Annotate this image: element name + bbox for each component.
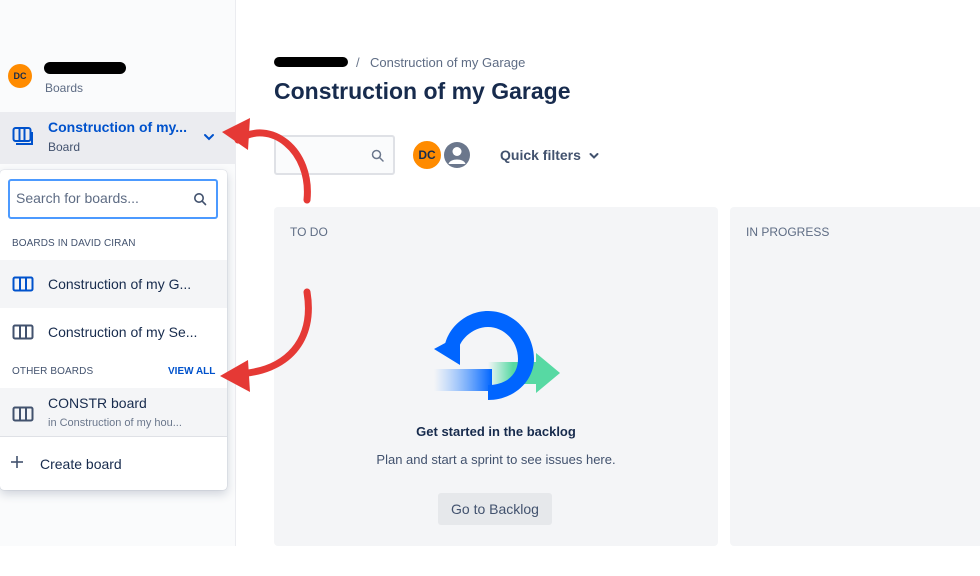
create-board-button[interactable]: Create board: [10, 452, 220, 476]
search-icon: [371, 149, 384, 162]
backlog-illustration: [434, 311, 560, 400]
divider: [0, 436, 227, 437]
create-board-label: Create board: [40, 456, 122, 472]
section-label-other-boards: OTHER BOARDS: [12, 366, 94, 377]
board-icon: [12, 127, 33, 145]
current-board-subtitle: Board: [48, 140, 81, 154]
column-todo: TO DO Get started in the backlog Plan an…: [274, 207, 718, 546]
user-icon[interactable]: [441, 139, 475, 171]
project-header[interactable]: DC Boards: [8, 60, 228, 100]
column-in-progress: IN PROGRESS: [730, 207, 980, 546]
search-input[interactable]: [274, 135, 395, 175]
breadcrumb-project-link[interactable]: Construction of my Garage: [370, 55, 525, 70]
board-item-label: Construction of my G...: [48, 276, 192, 292]
board-item-label: Construction of my Se...: [48, 324, 198, 340]
board-item-label: CONSTR board: [48, 395, 147, 411]
chevron-down-icon: [589, 153, 599, 159]
empty-state-heading: Get started in the backlog: [416, 424, 576, 439]
column-title: IN PROGRESS: [746, 225, 830, 239]
board-icon: [12, 406, 34, 422]
project-subtitle: Boards: [45, 81, 84, 95]
go-to-backlog-button[interactable]: Go to Backlog: [438, 493, 552, 525]
chevron-down-icon[interactable]: [202, 130, 216, 144]
board-switcher[interactable]: Construction of my... Board: [0, 112, 236, 164]
page-title: Construction of my Garage: [274, 78, 571, 104]
board-icon: [12, 324, 34, 340]
empty-state-body: Plan and start a sprint to see issues he…: [376, 452, 616, 467]
section-label-project-boards: BOARDS IN DAVID CIRAN: [12, 238, 136, 249]
board-item-sublabel: in Construction of my hou...: [48, 417, 182, 429]
plus-icon: [11, 456, 23, 468]
avatar[interactable]: DC: [411, 139, 443, 171]
quick-filters-label: Quick filters: [500, 147, 581, 163]
board-icon: [12, 276, 34, 292]
quick-filters-dropdown[interactable]: Quick filters: [500, 147, 599, 165]
current-board-title: Construction of my...: [48, 119, 187, 135]
board-item[interactable]: Construction of my G...: [0, 260, 227, 308]
column-title: TO DO: [290, 225, 328, 239]
board-search-input[interactable]: [16, 190, 186, 206]
search-icon: [194, 193, 207, 206]
view-all-link[interactable]: VIEW ALL: [168, 366, 215, 377]
redacted-breadcrumb: [274, 57, 348, 67]
board-item[interactable]: CONSTR board in Construction of my hou..…: [0, 388, 227, 436]
project-avatar: DC: [8, 64, 32, 88]
board-item[interactable]: Construction of my Se...: [0, 308, 227, 356]
board-search-field[interactable]: [8, 179, 218, 219]
redacted-project-name: [44, 62, 126, 74]
board-switcher-dropdown: BOARDS IN DAVID CIRAN Construction of my…: [0, 170, 227, 490]
breadcrumb-separator: /: [356, 55, 360, 70]
